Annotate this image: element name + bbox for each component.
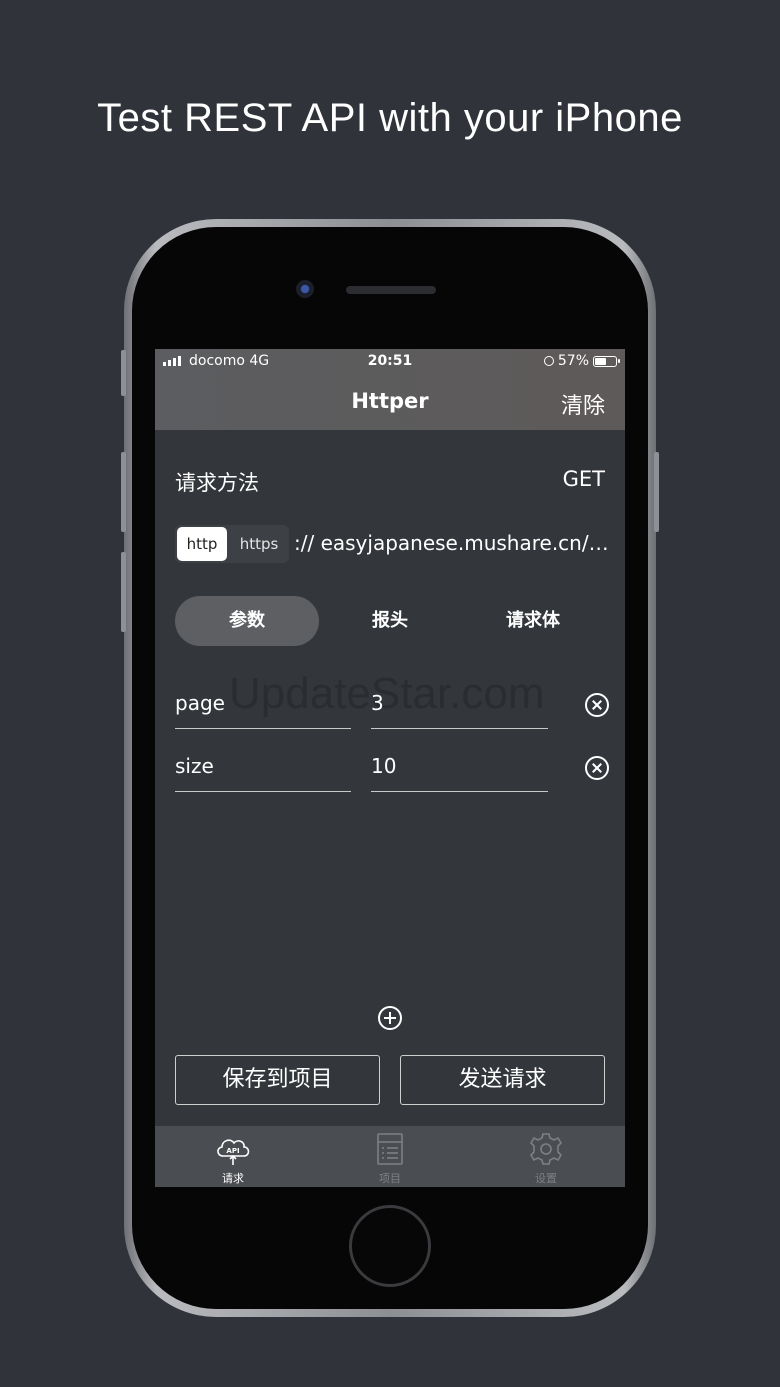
battery-area: 57% xyxy=(543,353,620,369)
tab-body[interactable]: 请求体 xyxy=(461,596,605,646)
add-param-icon[interactable] xyxy=(378,1006,402,1030)
remove-param-icon[interactable] xyxy=(585,756,609,780)
mute-switch xyxy=(121,350,126,396)
home-button[interactable] xyxy=(349,1205,431,1287)
remove-param-icon[interactable] xyxy=(585,693,609,717)
navigation-bar: docomo 4G 20:51 57% Httper 清除 xyxy=(155,349,625,430)
tab-bar: API 请求 项目 设置 xyxy=(155,1126,625,1187)
status-bar: docomo 4G 20:51 57% xyxy=(155,349,625,375)
request-method-row[interactable]: 请求方法 GET xyxy=(175,467,605,497)
param-key-field[interactable]: size xyxy=(175,734,351,792)
param-value-field[interactable]: 3 xyxy=(371,671,548,729)
save-to-project-button[interactable]: 保存到项目 xyxy=(175,1055,380,1105)
param-row: size 10 xyxy=(175,734,609,794)
tabbar-label: 项目 xyxy=(379,1172,401,1185)
earpiece-speaker xyxy=(346,286,436,294)
clear-button[interactable]: 清除 xyxy=(561,388,605,420)
gear-icon xyxy=(529,1133,563,1165)
param-key-field[interactable]: page xyxy=(175,671,351,729)
param-value-field[interactable]: 10 xyxy=(371,734,548,792)
headline: Test REST API with your iPhone xyxy=(97,96,683,140)
protocol-http-option[interactable]: http xyxy=(177,527,227,561)
param-row: page 3 xyxy=(175,671,609,731)
request-method-label: 请求方法 xyxy=(175,471,259,495)
request-tabs: 参数 报头 请求体 xyxy=(175,596,605,646)
tabbar-item-settings[interactable]: 设置 xyxy=(468,1126,624,1187)
tab-headers[interactable]: 报头 xyxy=(318,596,462,646)
api-cloud-icon: API xyxy=(217,1139,250,1165)
param-value: 10 xyxy=(371,754,397,778)
send-request-button[interactable]: 发送请求 xyxy=(400,1055,605,1105)
battery-percent: 57% xyxy=(557,353,589,369)
tabbar-item-request[interactable]: API 请求 xyxy=(155,1126,311,1187)
url-input[interactable]: :// easyjapanese.mushare.cn/a... xyxy=(294,531,609,555)
volume-down-button xyxy=(121,552,126,632)
battery-icon xyxy=(593,355,620,367)
orientation-lock-icon xyxy=(543,356,554,366)
protocol-https-option[interactable]: https xyxy=(231,527,287,561)
request-method-value[interactable]: GET xyxy=(563,467,605,491)
nav-title: Httper xyxy=(351,389,429,413)
power-button xyxy=(654,452,659,532)
volume-up-button xyxy=(121,452,126,532)
protocol-switch[interactable]: http https xyxy=(175,525,289,563)
svg-text:API: API xyxy=(226,1147,239,1155)
app-screen: docomo 4G 20:51 57% Httper 清除 请求方法 GET h… xyxy=(155,349,625,1187)
param-key: size xyxy=(175,754,214,778)
tabbar-label: 请求 xyxy=(222,1172,244,1185)
tabbar-label: 设置 xyxy=(535,1172,557,1185)
tabbar-item-projects[interactable]: 项目 xyxy=(312,1126,468,1187)
front-camera xyxy=(296,280,314,298)
param-key: page xyxy=(175,691,225,715)
battery-fill xyxy=(595,357,606,365)
document-list-icon xyxy=(377,1133,403,1165)
tab-params[interactable]: 参数 xyxy=(175,596,319,646)
param-value: 3 xyxy=(371,691,384,715)
